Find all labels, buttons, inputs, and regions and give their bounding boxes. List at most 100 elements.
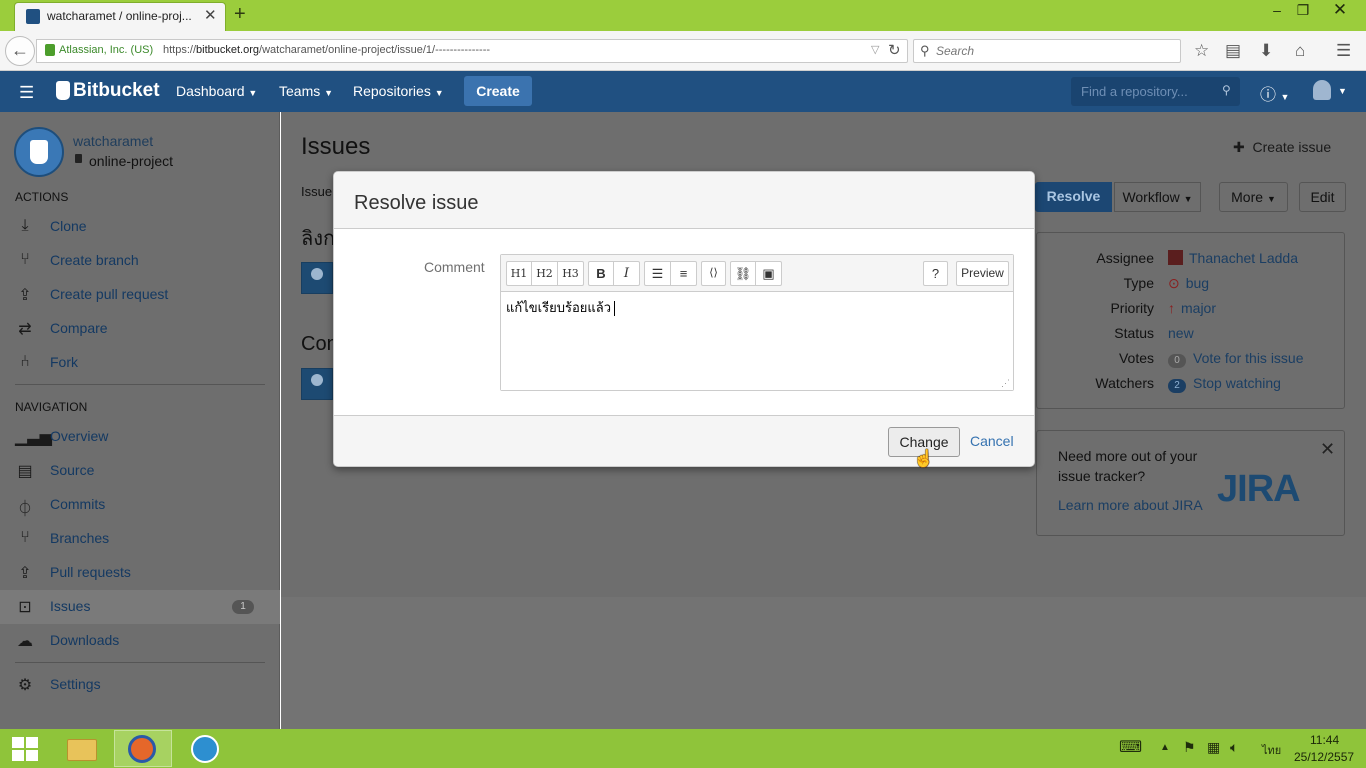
resize-handle-icon[interactable]: ⋰: [1001, 378, 1010, 389]
repo-owner-link[interactable]: watcharamet: [73, 133, 153, 149]
user-avatar-icon[interactable]: [1313, 80, 1331, 100]
sidebar-item-clone[interactable]: ⤓ Clone: [15, 210, 265, 244]
code-icon[interactable]: ⟨⟩: [701, 261, 726, 286]
preview-button[interactable]: Preview: [956, 261, 1009, 286]
issue-breadcrumb[interactable]: Issue: [301, 184, 332, 199]
sidebar-item-compare[interactable]: ⇄ Compare: [15, 312, 265, 346]
clock-time[interactable]: 11:44: [1310, 733, 1339, 747]
nav-dashboard[interactable]: Dashboard ▼: [176, 83, 257, 99]
chevron-up-icon[interactable]: ▲: [1160, 742, 1170, 753]
help-icon[interactable]: ?: [923, 261, 948, 286]
priority-link[interactable]: ↑ major: [1168, 300, 1216, 316]
repo-name[interactable]: online-project: [89, 153, 173, 169]
h2-button[interactable]: H2: [531, 261, 558, 286]
sourcetree-icon[interactable]: [176, 730, 234, 767]
repo-avatar[interactable]: [14, 127, 64, 177]
h3-button[interactable]: H3: [557, 261, 584, 286]
sidebar-item-create-pull-request[interactable]: ⇪ Create pull request: [15, 278, 265, 312]
home-icon[interactable]: ⌂: [1295, 41, 1305, 61]
jira-learn-more-link[interactable]: Learn more about JIRA: [1058, 497, 1203, 513]
flag-icon[interactable]: ⚑: [1183, 739, 1196, 756]
site-identity[interactable]: Atlassian, Inc. (US): [59, 44, 153, 56]
nav-repositories[interactable]: Repositories ▼: [353, 83, 444, 99]
language-indicator[interactable]: ไทย: [1262, 741, 1281, 759]
comment-text[interactable]: แก้ไขเรียบร้อยแล้ว: [506, 297, 616, 318]
bold-button[interactable]: B: [588, 261, 614, 286]
bookmarks-list-icon[interactable]: ▤: [1225, 41, 1241, 61]
close-icon[interactable]: ✕: [1320, 439, 1335, 460]
commenter-avatar[interactable]: [301, 368, 333, 400]
link-icon[interactable]: ⛓: [730, 261, 756, 286]
reload-icon[interactable]: ↻: [888, 41, 901, 59]
sidebar-item-issues[interactable]: ⊡ Issues: [15, 590, 265, 624]
network-icon[interactable]: ▦: [1207, 739, 1220, 756]
sidebar-item-create-branch[interactable]: ⑂ Create branch: [15, 244, 265, 278]
italic-button[interactable]: I: [613, 261, 640, 286]
edit-button[interactable]: Edit: [1299, 182, 1346, 212]
watch-link[interactable]: 2 Stop watching: [1168, 375, 1281, 393]
overview-icon: ▁▃▅: [15, 429, 52, 446]
meta-label: Type: [1123, 275, 1154, 291]
status-link[interactable]: new: [1168, 325, 1194, 341]
bullet-list-icon[interactable]: ☰: [644, 261, 671, 286]
numbered-list-icon[interactable]: ≡: [670, 261, 697, 286]
h1-button[interactable]: H1: [506, 261, 532, 286]
close-window-icon[interactable]: ✕: [1329, 0, 1351, 20]
back-icon[interactable]: ←: [5, 36, 35, 66]
repo-search-input[interactable]: Find a repository... ⚲: [1071, 77, 1240, 106]
windows-start-icon[interactable]: [12, 737, 38, 761]
issue-meta-panel: Assignee Thanachet Ladda Type ⊙ bug Prior…: [1036, 232, 1345, 409]
tab-close-icon[interactable]: ✕: [204, 6, 217, 24]
create-issue-link[interactable]: ✚ Create issue: [1233, 139, 1331, 156]
resolve-button[interactable]: Resolve: [1035, 182, 1112, 212]
downloads-arrow-icon[interactable]: ⬇: [1259, 41, 1273, 61]
sidebar-item-pull-requests[interactable]: ⇪ Pull requests: [15, 556, 265, 590]
nav-teams[interactable]: Teams ▼: [279, 83, 333, 99]
cancel-link[interactable]: Cancel: [970, 433, 1014, 449]
sidebar-item-fork[interactable]: ⑃ Fork: [15, 346, 265, 380]
votes-count-badge: 0: [1168, 354, 1186, 368]
minimize-icon[interactable]: –: [1266, 2, 1288, 18]
sidebar-item-overview[interactable]: ▁▃▅ Overview: [15, 420, 265, 454]
restore-icon[interactable]: ❐: [1292, 2, 1314, 19]
editor-toolbar: H1 H2 H3 B I ☰ ≡ ⟨⟩ ⛓ ▣ ? Preview: [501, 255, 1013, 292]
volume-icon[interactable]: 🔈︎: [1230, 739, 1238, 756]
jira-logo: JIRA: [1217, 468, 1301, 510]
workflow-button[interactable]: Workflow ▼: [1114, 182, 1201, 212]
menu-icon[interactable]: ☰: [1336, 41, 1351, 61]
browser-tab[interactable]: watcharamet / online-proj... ✕: [14, 2, 226, 31]
url-text[interactable]: https://bitbucket.org/watcharamet/online…: [163, 44, 490, 56]
branch-icon: ⑂: [20, 251, 30, 268]
chevron-down-icon[interactable]: ▼: [1338, 86, 1347, 96]
create-button[interactable]: Create: [464, 76, 532, 106]
reporter-avatar[interactable]: [301, 262, 333, 294]
sidebar-item-downloads[interactable]: ☁ Downloads: [15, 624, 265, 658]
dialog-header: Resolve issue: [334, 172, 1034, 229]
bitbucket-header: ☰ Bitbucket Dashboard ▼ Teams ▼ Reposito…: [0, 71, 1366, 112]
sidebar-item-source[interactable]: ▤ Source: [15, 454, 265, 488]
bitbucket-logo-icon[interactable]: [56, 81, 70, 100]
new-tab-icon[interactable]: +: [234, 3, 246, 26]
sidebar-item-commits[interactable]: ⏀ Commits: [15, 488, 265, 522]
keyboard-icon[interactable]: ⌨: [1119, 737, 1142, 757]
hamburger-icon[interactable]: ☰: [19, 83, 34, 103]
bookmark-star-icon[interactable]: ☆: [1194, 41, 1209, 61]
help-icon[interactable]: ⓘ ▼: [1260, 81, 1289, 105]
watchers-count-badge: 2: [1168, 379, 1186, 393]
assignee-link[interactable]: Thanachet Ladda: [1168, 250, 1298, 266]
issues-icon: ⊡: [18, 599, 32, 616]
sidebar-item-branches[interactable]: ⑂ Branches: [15, 522, 265, 556]
file-explorer-icon[interactable]: [52, 730, 110, 767]
image-icon[interactable]: ▣: [755, 261, 782, 286]
comment-textarea[interactable]: แก้ไขเรียบร้อยแล้ว ⋰: [501, 292, 1013, 390]
clock-date[interactable]: 25/12/2557: [1294, 750, 1354, 764]
type-link[interactable]: ⊙ bug: [1168, 275, 1209, 292]
firefox-taskbar-icon[interactable]: [114, 730, 172, 767]
url-bar[interactable]: Atlassian, Inc. (US) https://bitbucket.o…: [36, 39, 908, 63]
vote-link[interactable]: 0 Vote for this issue: [1168, 350, 1304, 368]
sidebar-item-settings[interactable]: ⚙ Settings: [15, 668, 265, 702]
more-button[interactable]: More ▼: [1219, 182, 1288, 212]
browser-search-input[interactable]: ⚲ Search: [913, 39, 1181, 63]
url-dropdown-icon[interactable]: ▽: [871, 43, 879, 56]
bitbucket-logo[interactable]: Bitbucket: [73, 80, 160, 102]
